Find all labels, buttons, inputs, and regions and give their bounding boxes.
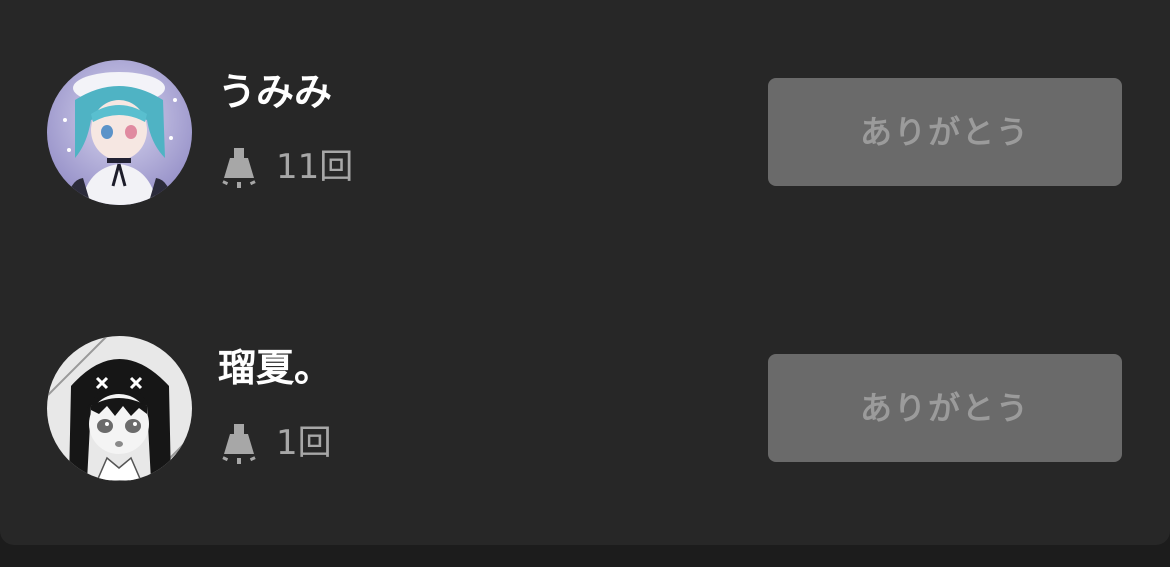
avatar-image [47,336,192,481]
list-item: 瑠夏。 1回 ありがとう [0,334,1170,484]
support-count-value: 1回 [276,423,332,463]
avatar[interactable] [47,60,192,205]
avatar[interactable] [47,336,192,481]
lamp-icon [220,420,258,466]
support-count: 11回 [220,144,353,190]
support-count-value: 11回 [276,147,354,187]
user-name: 瑠夏。 [218,346,333,390]
user-name: うみみ [218,70,333,114]
thanks-button[interactable]: ありがとう [768,78,1122,186]
lamp-icon [220,144,258,190]
support-count: 1回 [220,420,332,466]
avatar-image [47,60,192,205]
supporter-list-panel: うみみ 11回 ありがとう 瑠夏。 1回 ありがとう [0,0,1170,545]
thanks-button[interactable]: ありがとう [768,354,1122,462]
list-item: うみみ 11回 ありがとう [0,58,1170,208]
